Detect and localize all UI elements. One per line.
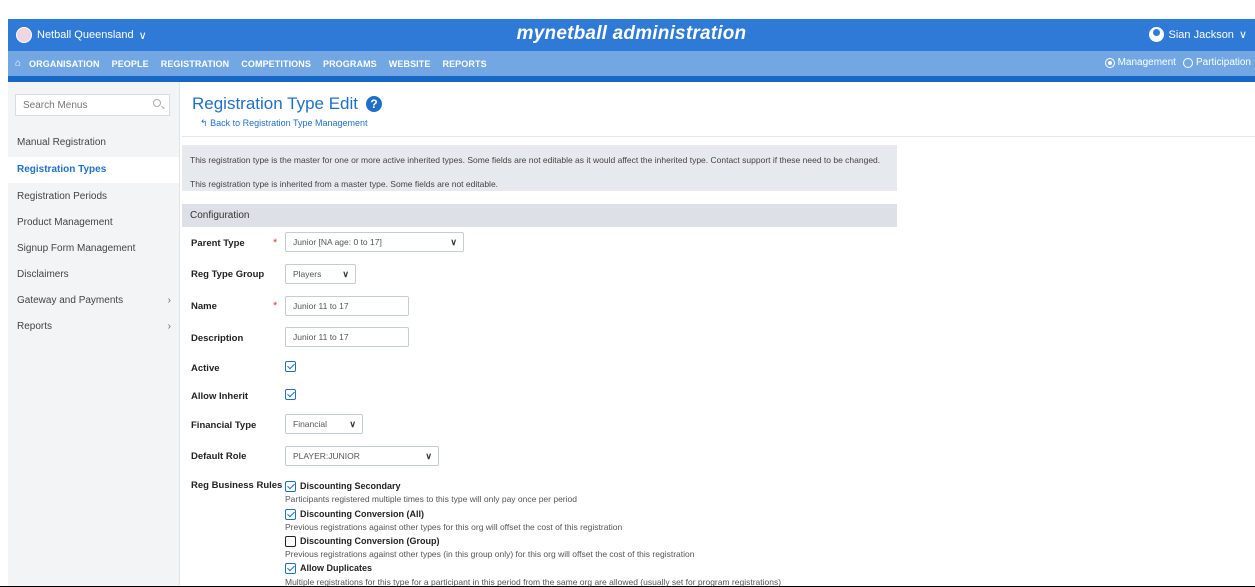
sidebar-item-label: Manual Registration [17, 137, 106, 148]
nav-people[interactable]: PEOPLE [112, 59, 149, 69]
main-nav: ⌂ ORGANISATION PEOPLE REGISTRATION COMPE… [8, 51, 1255, 76]
allow-duplicates-checkbox[interactable] [285, 563, 296, 574]
page-title-row: Registration Type Edit ? [192, 94, 382, 114]
chevron-down-icon: ∨ [450, 237, 457, 247]
user-avatar-icon [1148, 27, 1164, 42]
parent-type-value: Junior [NA age: 0 to 17] [293, 237, 382, 247]
main-content: Registration Type Edit ? ↰ Back to Regis… [182, 82, 1255, 587]
info-inherited-text: This registration type is inherited from… [190, 178, 499, 189]
chevron-down-icon: ∨ [425, 451, 432, 461]
reg-type-group-select[interactable]: Players ∨ [285, 264, 356, 284]
sidebar-item-label: Registration Types [17, 164, 107, 175]
active-checkbox[interactable] [285, 361, 296, 372]
rule-description: Previous registrations against other typ… [285, 522, 623, 532]
divider [182, 136, 1255, 137]
participation-label: Participation [1195, 57, 1251, 68]
section-header-configuration: Configuration [182, 204, 897, 227]
reg-type-group-label: Reg Type Group [191, 269, 265, 280]
description-input[interactable]: Junior 11 to 17 [285, 327, 409, 347]
sidebar-item-label: Disclaimers [17, 269, 69, 280]
financial-type-value: Financial [293, 419, 328, 429]
sidebar-item-signup-form-management[interactable]: Signup Form Management [8, 236, 179, 262]
top-header-bar: Netball Queensland ∨ mynetball administr… [8, 19, 1255, 51]
user-name: Sian Jackson [1168, 28, 1234, 41]
back-arrow-icon: ↰ [200, 118, 208, 128]
business-rules-label: Reg Business Rules [191, 480, 283, 491]
back-link[interactable]: ↰ Back to Registration Type Management [200, 118, 367, 129]
parent-type-label: Parent Type [191, 238, 245, 249]
sidebar-item-disclaimers[interactable]: Disclaimers [8, 262, 179, 288]
chevron-right-icon: › [167, 295, 171, 306]
home-icon[interactable]: ⌂ [15, 58, 21, 69]
participation-radio[interactable] [1182, 57, 1193, 68]
management-radio[interactable] [1104, 57, 1115, 68]
discounting-conversion-all-checkbox[interactable] [285, 509, 296, 520]
search-menus-input[interactable] [15, 94, 170, 116]
sidebar: Manual Registration Registration Types R… [8, 82, 180, 586]
nav-organisation[interactable]: ORGANISATION [29, 59, 100, 69]
rule-title: Discounting Secondary [300, 481, 401, 491]
sidebar-item-label: Registration Periods [17, 191, 108, 202]
name-label: Name [191, 301, 217, 312]
reg-type-group-value: Players [293, 269, 322, 279]
nav-competitions[interactable]: COMPETITIONS [241, 59, 311, 69]
discounting-conversion-group-checkbox[interactable] [285, 536, 296, 547]
sidebar-item-manual-registration[interactable]: Manual Registration [8, 130, 179, 156]
page-title: Registration Type Edit [192, 94, 358, 113]
required-marker: * [273, 237, 278, 249]
app-window: Netball Queensland ∨ mynetball administr… [0, 0, 1255, 587]
sidebar-item-reports[interactable]: Reports › [8, 314, 179, 340]
user-menu[interactable]: Sian Jackson ∨ [1148, 27, 1247, 42]
default-role-value: PLAYER:JUNIOR [293, 451, 360, 461]
parent-type-select[interactable]: Junior [NA age: 0 to 17] ∨ [285, 232, 464, 252]
nav-registration[interactable]: REGISTRATION [161, 59, 230, 69]
chevron-down-icon: ∨ [342, 269, 349, 279]
sidebar-item-label: Gateway and Payments [17, 295, 124, 306]
search-icon [153, 99, 161, 107]
financial-type-select[interactable]: Financial ∨ [285, 414, 363, 434]
info-box: This registration type is the master for… [182, 145, 897, 191]
rule-description: Participants registered multiple times t… [285, 494, 577, 504]
rule-title: Discounting Conversion (Group) [300, 536, 440, 546]
required-marker: * [273, 300, 278, 312]
rule-title: Discounting Conversion (All) [300, 509, 425, 519]
financial-type-label: Financial Type [191, 420, 257, 431]
chevron-right-icon: › [167, 321, 171, 332]
rule-title: Allow Duplicates [300, 563, 373, 573]
management-label: Management [1117, 57, 1176, 68]
sidebar-item-label: Reports [17, 321, 53, 332]
sidebar-item-registration-periods[interactable]: Registration Periods [8, 184, 179, 210]
chevron-down-icon: ∨ [1238, 29, 1247, 41]
chevron-down-icon: ∨ [349, 419, 356, 429]
active-label: Active [191, 363, 220, 374]
default-role-label: Default Role [191, 451, 247, 462]
allow-inherit-label: Allow Inherit [191, 391, 248, 402]
name-input[interactable]: Junior 11 to 17 [285, 296, 409, 316]
app-title: mynetball administration [516, 23, 747, 44]
default-role-select[interactable]: PLAYER:JUNIOR ∨ [285, 446, 439, 466]
view-mode-toggle: Management Participation [1104, 57, 1251, 68]
sidebar-item-label: Signup Form Management [17, 243, 136, 254]
nav-website[interactable]: WEBSITE [389, 59, 431, 69]
sidebar-item-label: Product Management [17, 217, 113, 228]
rule-description: Previous registrations against other typ… [285, 549, 695, 559]
sidebar-item-product-management[interactable]: Product Management [8, 210, 179, 236]
allow-inherit-checkbox[interactable] [285, 389, 296, 400]
nav-programs[interactable]: PROGRAMS [323, 59, 377, 69]
sidebar-item-registration-types[interactable]: Registration Types [8, 157, 179, 183]
back-link-label: Back to Registration Type Management [210, 118, 368, 128]
help-icon[interactable]: ? [366, 96, 382, 112]
info-master-text: This registration type is the master for… [190, 155, 881, 165]
description-label: Description [191, 333, 244, 344]
discounting-secondary-checkbox[interactable] [285, 481, 296, 492]
nav-reports[interactable]: REPORTS [442, 59, 486, 69]
sidebar-item-gateway-and-payments[interactable]: Gateway and Payments › [8, 288, 179, 314]
